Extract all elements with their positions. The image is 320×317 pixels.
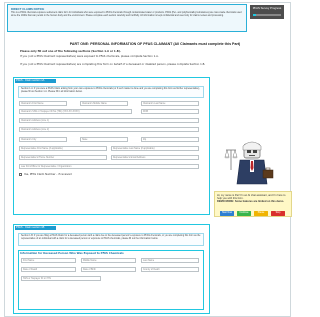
continue-button[interactable]: Continue bbox=[237, 211, 251, 216]
pause-button[interactable]: Pause bbox=[254, 211, 268, 216]
section-1b-header: PFAS - Claim section 1B bbox=[15, 226, 56, 230]
last-name-field[interactable]: Claimant's Last Name bbox=[141, 101, 199, 106]
first-name-field[interactable]: Claimant's First Name bbox=[19, 101, 67, 106]
deceased-first-name-field[interactable]: First Name bbox=[21, 258, 76, 263]
lawyer-robot-icon bbox=[224, 141, 274, 185]
zip-field[interactable]: Zip bbox=[141, 137, 199, 142]
city-field[interactable]: Claimant's City bbox=[19, 137, 67, 142]
ssn-field[interactable]: Claimant's SSN or Taxpayer ID No (TIN) (… bbox=[19, 109, 132, 114]
deceased-ssn-field[interactable]: SSN or Taxpayer ID or ITIN bbox=[21, 276, 101, 281]
date-of-birth-field[interactable]: Date of Birth bbox=[81, 267, 136, 272]
deceased-info-title: Information for Deceased Person Who Was … bbox=[20, 252, 124, 255]
rep-phone-field[interactable]: Representative's Phone Number bbox=[19, 155, 107, 160]
progress-bar bbox=[253, 14, 281, 16]
rep-email-field[interactable]: Representative's Email Address bbox=[111, 155, 199, 160]
part-one-title: PART ONE: PERSONAL INFORMATION OF PFAS C… bbox=[69, 42, 241, 46]
claims-notice: DIRECT CLAIMS NOTICE This is a PFAS chem… bbox=[7, 4, 247, 32]
rep-first-name-field[interactable]: Representative First Name (if applicable… bbox=[19, 146, 107, 151]
date-of-death-field[interactable]: Date of Death bbox=[21, 267, 76, 272]
section-1a-note: Section 1.A: If you were a PFAS Claim ar… bbox=[18, 86, 204, 98]
law-firm-field[interactable]: Law Firm/Office for Representative / Org… bbox=[19, 164, 199, 169]
progress-widget: PFAS Survey Progress bbox=[250, 5, 284, 19]
section-1a-header: PFAS - Claim section 1A bbox=[15, 79, 56, 83]
assistant-bubble: Hi, my name is Pat! I'm an AI chat assis… bbox=[214, 191, 292, 217]
part-one-instruction: Please only fill out one of the followin… bbox=[20, 50, 121, 53]
pfas-claim-checkbox[interactable] bbox=[19, 173, 22, 176]
progress-fill bbox=[253, 14, 257, 16]
address-line2-field[interactable]: Claimant's Address (Line 2) bbox=[19, 127, 199, 132]
county-of-death-field[interactable]: County of Death bbox=[141, 267, 199, 272]
notice-body: This is a PFAS chemical exposure settlem… bbox=[11, 12, 242, 17]
start-now-button[interactable]: Start Now bbox=[220, 211, 234, 216]
address-line1-field[interactable]: Claimant's Address (Line 1) bbox=[19, 118, 199, 123]
stop-button[interactable]: Stop bbox=[271, 211, 285, 216]
middle-name-field[interactable]: Claimant's Middle Name bbox=[80, 101, 128, 106]
deceased-last-name-field[interactable]: Last Name bbox=[141, 258, 199, 263]
dob-field[interactable]: DOB bbox=[141, 109, 199, 114]
section-1b-note: Section 1.B: If you are filing a PFAS Cl… bbox=[18, 233, 204, 246]
pfas-claim-checkbox-label: Yes, PFAS Claim Number - if received bbox=[24, 173, 72, 176]
assistant-avatar bbox=[222, 140, 280, 188]
rep-last-name-field[interactable]: Representative Last Name (if applicable) bbox=[111, 146, 199, 151]
progress-title: PFAS Survey Progress bbox=[252, 6, 282, 10]
part-one-option-a: If you (not a PFAS Claimant representati… bbox=[20, 55, 159, 58]
notice-title: DIRECT CLAIMS NOTICE bbox=[11, 7, 45, 11]
assistant-demo-note: DEMO MODE: Some features are limited on … bbox=[217, 200, 285, 204]
part-one-option-b: If you (not a PFAS Claimant representati… bbox=[20, 63, 206, 66]
state-field[interactable]: State bbox=[80, 137, 128, 142]
deceased-middle-name-field[interactable]: Middle Name bbox=[81, 258, 136, 263]
